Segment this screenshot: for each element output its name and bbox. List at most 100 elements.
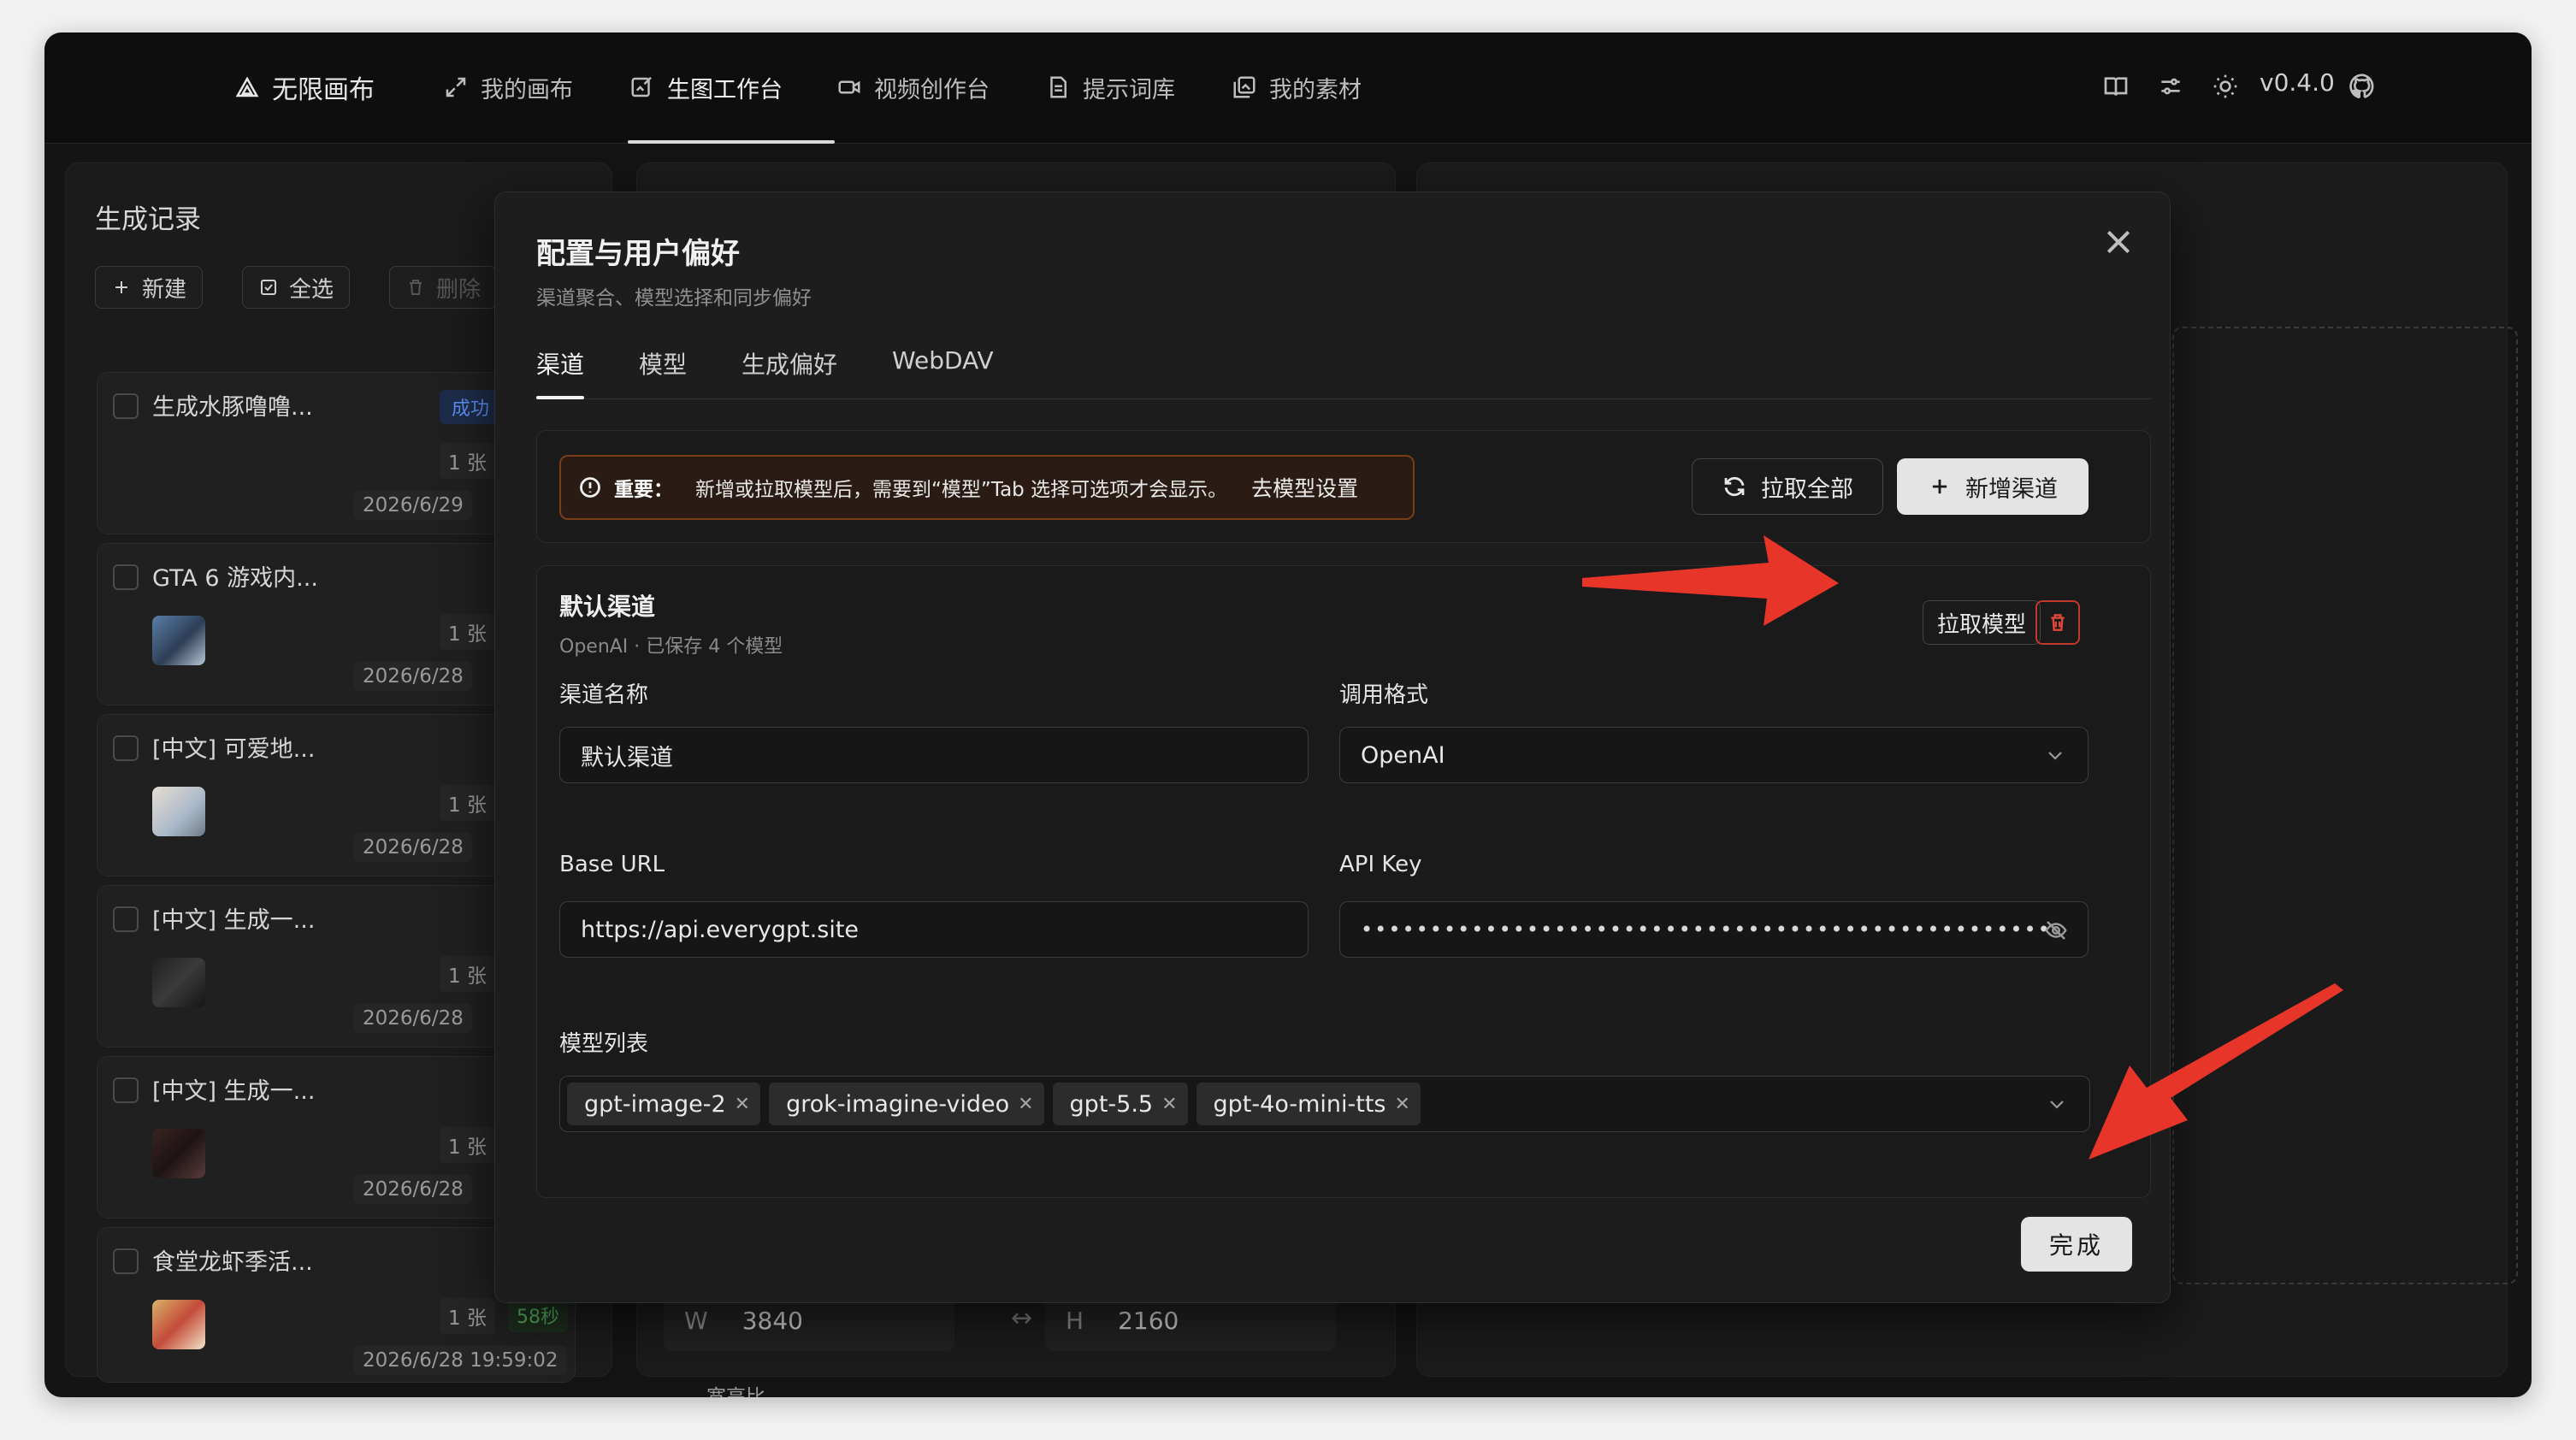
model-tag: gpt-4o-mini-tts ✕ — [1196, 1083, 1421, 1125]
record-count: 1 张 — [440, 785, 495, 821]
model-list-label: 模型列表 — [559, 1031, 649, 1057]
close-icon — [2106, 230, 2130, 254]
close-button[interactable] — [2101, 225, 2136, 259]
nav-brand[interactable]: 无限画布 — [234, 68, 375, 106]
nav-item-canvas[interactable]: 我的画布 — [443, 68, 573, 106]
record-thumbnail[interactable] — [152, 1129, 205, 1178]
plus-icon — [115, 281, 127, 293]
record-thumbnail[interactable] — [152, 616, 205, 665]
video-camera-icon — [838, 80, 860, 94]
record-count: 1 张 — [440, 1127, 495, 1163]
record-checkbox[interactable] — [113, 906, 139, 932]
annotation-arrow-icon — [2089, 983, 2343, 1160]
record-title: 生成水豚噜噜... — [152, 394, 313, 421]
annotation-arrow-icon — [1582, 535, 1839, 626]
api-key-input[interactable]: ••••••••••••••••••••••••••••••••••••••••… — [1339, 901, 2089, 958]
tabs-divider — [536, 398, 2151, 399]
record-duration: 58秒 — [508, 1298, 568, 1332]
image-edit-icon — [631, 76, 652, 97]
tag-remove-icon[interactable]: ✕ — [735, 1094, 750, 1115]
record-checkbox[interactable] — [113, 564, 139, 590]
record-count: 1 张 — [440, 443, 495, 479]
fetch-models-button[interactable]: 拉取模型 — [1923, 600, 2041, 645]
record-checkbox[interactable] — [113, 1248, 139, 1274]
nav-item-assets[interactable]: 我的素材 — [1232, 68, 1362, 106]
swap-dimensions-icon[interactable]: ↔ — [1011, 1303, 1032, 1333]
github-link[interactable] — [2349, 65, 2376, 108]
channel-title: 默认渠道 — [559, 593, 656, 621]
record-thumbnail[interactable] — [152, 958, 205, 1007]
active-tab-indicator — [536, 396, 584, 399]
sliders-icon — [2161, 78, 2180, 95]
nav-item-video-studio[interactable]: 视频创作台 — [836, 68, 990, 106]
dialog-title: 配置与用户偏好 — [536, 237, 740, 271]
channel-name-label: 渠道名称 — [559, 682, 649, 708]
fetch-all-button[interactable]: 拉取全部 — [1692, 458, 1883, 515]
call-format-label: 调用格式 — [1339, 682, 1429, 708]
tab-models[interactable]: 模型 — [639, 346, 687, 381]
model-list-select[interactable]: gpt-image-2 ✕ grok-imagine-video ✕ gpt-5.5… — [559, 1076, 2090, 1132]
tab-channels[interactable]: 渠道 — [536, 346, 584, 381]
refresh-icon — [1724, 476, 1745, 497]
record-title: [中文] 生成一... — [152, 907, 316, 934]
settings-dialog: 配置与用户偏好 渠道聚合、模型选择和同步偏好 渠道 模型 生成偏好 WebDAV… — [494, 192, 2171, 1303]
record-thumbnail[interactable] — [152, 787, 205, 836]
tag-remove-icon[interactable]: ✕ — [1394, 1094, 1409, 1115]
github-icon — [2349, 74, 2374, 99]
record-title: 食堂龙虾季活... — [152, 1249, 313, 1276]
plus-icon — [1932, 479, 1947, 494]
tab-generation-prefs[interactable]: 生成偏好 — [741, 346, 837, 381]
record-checkbox[interactable] — [113, 1077, 139, 1103]
info-alert-icon — [580, 477, 600, 498]
add-channel-button[interactable]: 新增渠道 — [1897, 458, 2089, 515]
channel-card: 默认渠道 OpenAI · 已保存 4 个模型 拉取模型 渠道名称 默认渠道 调… — [536, 565, 2151, 1198]
channel-name-input[interactable]: 默认渠道 — [559, 727, 1309, 783]
settings-button[interactable] — [2157, 65, 2184, 108]
expand-arrow-icon — [446, 77, 466, 97]
base-url-label: Base URL — [559, 852, 665, 877]
checkbox-icon — [261, 280, 276, 295]
docs-button[interactable] — [2102, 65, 2130, 108]
eye-off-icon[interactable] — [2043, 918, 2069, 943]
delete-channel-button[interactable] — [2035, 600, 2080, 645]
chevron-down-icon — [2048, 752, 2062, 760]
channel-subtitle: OpenAI · 已保存 4 个模型 — [559, 636, 783, 658]
nav-item-prompt-library[interactable]: 提示词库 — [1045, 68, 1175, 106]
document-icon — [1050, 76, 1066, 98]
record-date: 2026/6/29 — [354, 491, 472, 520]
base-url-input[interactable]: https://api.everygpt.site — [559, 901, 1309, 958]
top-nav: 无限画布 我的画布 生图工作台 视频创作台 提示词库 我的素材 v0.4.0 — [44, 32, 2532, 144]
nav-active-indicator — [628, 140, 835, 144]
record-thumbnail[interactable] — [152, 1300, 205, 1349]
theme-toggle[interactable] — [2212, 65, 2239, 108]
delete-records-button[interactable]: 删除 — [389, 266, 498, 309]
done-button[interactable]: 完成 — [2021, 1217, 2132, 1272]
record-title: [中文] 生成一... — [152, 1078, 316, 1105]
go-model-settings-link[interactable]: 去模型设置 — [1251, 472, 1358, 503]
gallery-icon — [1233, 76, 1256, 98]
dialog-subtitle: 渠道聚合、模型选择和同步偏好 — [536, 287, 812, 310]
call-format-select[interactable]: OpenAI — [1339, 727, 2089, 783]
record-checkbox[interactable] — [113, 735, 139, 761]
record-title: GTA 6 游戏内... — [152, 565, 318, 592]
chevron-down-icon — [2050, 1101, 2064, 1109]
record-date: 2026/6/28 — [354, 833, 472, 862]
tab-webdav[interactable]: WebDAV — [892, 346, 994, 375]
channel-toolbar: 重要： 新增或拉取模型后，需要到“模型”Tab 选择可选项才会显示。 去模型设置… — [536, 430, 2151, 543]
model-tag: gpt-image-2 ✕ — [567, 1083, 761, 1125]
tag-remove-icon[interactable]: ✕ — [1161, 1094, 1177, 1115]
record-checkbox[interactable] — [113, 393, 139, 419]
record-date: 2026/6/28 — [354, 1004, 472, 1033]
important-notice: 重要： 新增或拉取模型后，需要到“模型”Tab 选择可选项才会显示。 去模型设置 — [559, 455, 1415, 520]
trash-icon — [2051, 614, 2065, 631]
model-tag: gpt-5.5 ✕ — [1052, 1083, 1188, 1125]
record-count: 1 张 — [440, 1298, 495, 1334]
nav-item-image-studio[interactable]: 生图工作台 — [629, 68, 783, 106]
app-window: 无限画布 我的画布 生图工作台 视频创作台 提示词库 我的素材 v0.4.0 生… — [44, 32, 2532, 1397]
select-all-button[interactable]: 全选 — [242, 266, 351, 309]
tag-remove-icon[interactable]: ✕ — [1018, 1094, 1033, 1115]
brand-logo-icon — [235, 76, 259, 97]
new-record-button[interactable]: 新建 — [95, 266, 204, 309]
aspect-ratio-label: 宽高比 — [706, 1386, 765, 1397]
record-date: 2026/6/28 19:59:02 — [354, 1346, 567, 1375]
